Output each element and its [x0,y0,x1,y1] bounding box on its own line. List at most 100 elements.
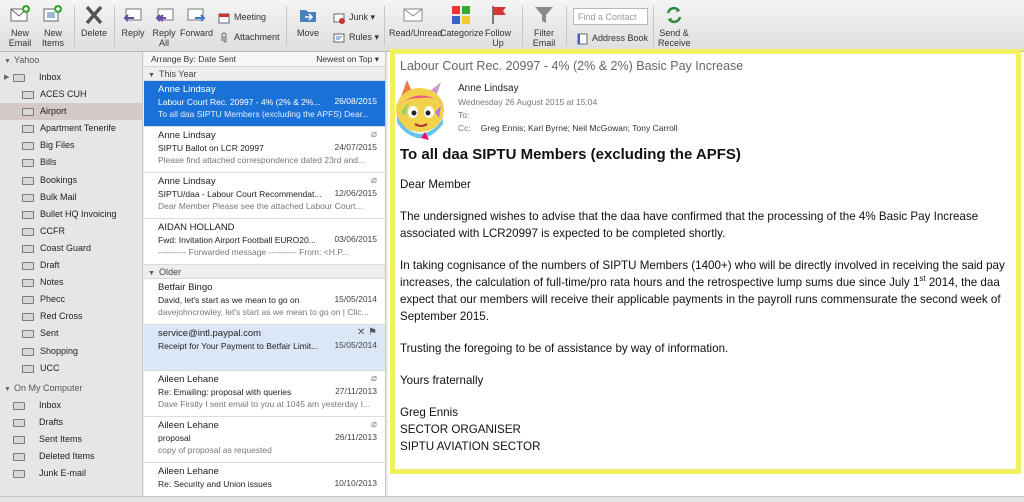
message-date: 26/11/2013 [335,432,377,442]
folder-sent-items[interactable]: Sent Items [0,431,142,448]
categorize-button[interactable]: Categorize [440,4,484,50]
message-item[interactable]: Aileen Lehane Re: Emailing: proposal with… [144,371,385,417]
message-item[interactable]: Betfair Bingo David, let's start as we me… [144,279,385,325]
read-unread-button[interactable]: Read/Unread [389,4,443,50]
folder-big-files[interactable]: Big Files [0,137,142,154]
new-items-button[interactable]: New Items [38,4,68,50]
message-preview: copy of proposal as requested [158,445,272,455]
follow-up-button[interactable]: Follow Up [485,4,513,50]
folder-label: Apartment Tenerife [40,123,116,134]
folder-notes[interactable]: Notes [0,274,142,291]
folder-shopping[interactable]: Shopping [0,343,142,360]
folder-inbox[interactable]: ▶ Inbox [0,69,142,86]
toolbar-separator [653,6,654,46]
message-subject: Labour Court Rec. 20997 - 4% (2% & 2%) B… [400,59,744,73]
group-header-this-year[interactable]: ▼ This Year [144,67,385,81]
reply-all-button[interactable]: Reply All [150,4,178,50]
body-paragraph-3: Trusting the foregoing to be of assistan… [400,342,729,355]
folder-aces-cuh[interactable]: ACES CUH [0,86,142,103]
meeting-button[interactable]: Meeting [218,10,266,24]
folder-label: Sent Items [39,433,83,444]
new-email-button[interactable]: New Email [4,4,36,50]
delete-button[interactable]: Delete [80,4,108,50]
message-item[interactable]: Anne Lindsay SIPTU/daa - Labour Court Rec… [144,173,385,219]
account-header-on-my-computer[interactable]: ▼ On My Computer [0,380,142,397]
send-receive-icon [666,6,682,24]
folder-icon [22,176,34,185]
folder-label: Draft [40,260,60,271]
message-actions: ✕ ⚑ [357,327,377,338]
message-item[interactable]: Anne Lindsay Labour Court Rec. 20997 - 4%… [144,81,385,127]
calendar-icon [218,13,230,24]
account-header-yahoo[interactable]: ▼ Yahoo [0,52,142,69]
message-preview: Dear Member Please see the attached Labo… [158,201,363,211]
folder-ccfr[interactable]: CCFR [0,223,142,240]
message-item[interactable]: Anne Lindsay SIPTU Ballot on LCR 20997 Ple… [144,127,385,173]
folder-label: Big Files [40,140,75,151]
arrange-by-menu[interactable]: Arrange By: Date Sent [151,52,236,67]
folder-coast-guard[interactable]: Coast Guard [0,240,142,257]
folder-drafts[interactable]: Drafts [0,414,142,431]
folder-junk-e-mail[interactable]: Junk E-mail [0,465,142,482]
folder-icon [22,244,34,253]
message-date: 10/10/2013 [334,478,377,488]
folder-inbox[interactable]: Inbox [0,397,142,414]
reply-icon [123,8,142,22]
folder-icon [22,210,34,219]
rules-button[interactable]: Rules ▾ [333,30,379,44]
disclosure-triangle-icon: ▼ [4,385,11,393]
message-body: To all daa SIPTU Members (excluding the … [400,146,1012,455]
message-date: 12/06/2015 [334,188,377,198]
sort-order-menu[interactable]: Newest on Top ▾ [316,52,379,67]
folder-icon [22,125,34,134]
message-item[interactable]: Aileen Lehane proposal copy of proposal as… [144,417,385,463]
folder-bookings[interactable]: Bookings [0,172,142,189]
group-header-older[interactable]: ▼ Older [144,265,385,279]
flag-icon[interactable]: ⚑ [368,327,377,338]
move-button[interactable]: Move [294,4,322,50]
disclosure-triangle-icon[interactable]: ▶ [4,69,9,86]
message-sender: Aileen Lehane [158,466,219,477]
folder-icon [13,452,25,461]
folder-bills[interactable]: Bills [0,154,142,171]
folder-bullet-hq-invoicing[interactable]: Bullet HQ Invoicing [0,206,142,223]
forward-button[interactable]: Forward [180,4,213,50]
folder-deleted-items[interactable]: Deleted Items [0,448,142,465]
folder-bulk-mail[interactable]: Bulk Mail [0,189,142,206]
folder-red-cross[interactable]: Red Cross [0,308,142,325]
folder-phecc[interactable]: Phecc [0,291,142,308]
paperclip-icon: ⌀ [370,419,377,430]
folder-icon [22,193,34,202]
send-receive-button[interactable]: Send & Receive [658,4,691,50]
folder-label: Bullet HQ Invoicing [40,208,117,219]
folder-icon [13,74,25,82]
find-contact-input[interactable]: Find a Contact [573,8,648,25]
reply-button[interactable]: Reply [119,4,147,50]
cc-recipients[interactable]: Greg Ennis; Karl Byrne; Neil McGowan; To… [481,123,678,133]
folder-label: Airport [40,106,67,117]
folder-label: ACES CUH [40,89,87,100]
delete-x-icon[interactable]: ✕ [357,327,368,338]
message-date: Wednesday 26 August 2015 at 15:04 [458,97,598,107]
body-closing: Yours fraternally [400,374,484,387]
folder-label: UCC [40,362,60,373]
message-item[interactable]: AIDAN HOLLAND Fwd: Invitation Airport Foo… [144,219,385,265]
attachment-button[interactable]: Attachment [218,30,280,44]
message-date: 26/08/2015 [334,96,377,106]
folder-apartment-tenerife[interactable]: Apartment Tenerife [0,120,142,137]
message-item[interactable]: service@intl.paypal.com Receipt for Your … [144,325,385,371]
folder-draft[interactable]: Draft [0,257,142,274]
folder-ucc[interactable]: UCC [0,360,142,377]
address-book-button[interactable]: Address Book [576,31,648,45]
filter-email-button[interactable]: Filter Email [529,4,559,50]
sender-name[interactable]: Anne Lindsay [458,83,519,94]
folder-label: CCFR [40,225,65,236]
disclosure-triangle-icon: ▼ [4,58,11,65]
junk-button[interactable]: Junk ▾ [333,10,375,24]
folder-sent[interactable]: Sent [0,325,142,342]
address-book-icon [577,33,588,45]
body-greeting: Dear Member [400,178,471,191]
message-preview [158,352,385,364]
message-preview: Dave Firstly I sent email to you at 1045… [158,399,371,409]
folder-airport[interactable]: Airport [0,103,142,121]
